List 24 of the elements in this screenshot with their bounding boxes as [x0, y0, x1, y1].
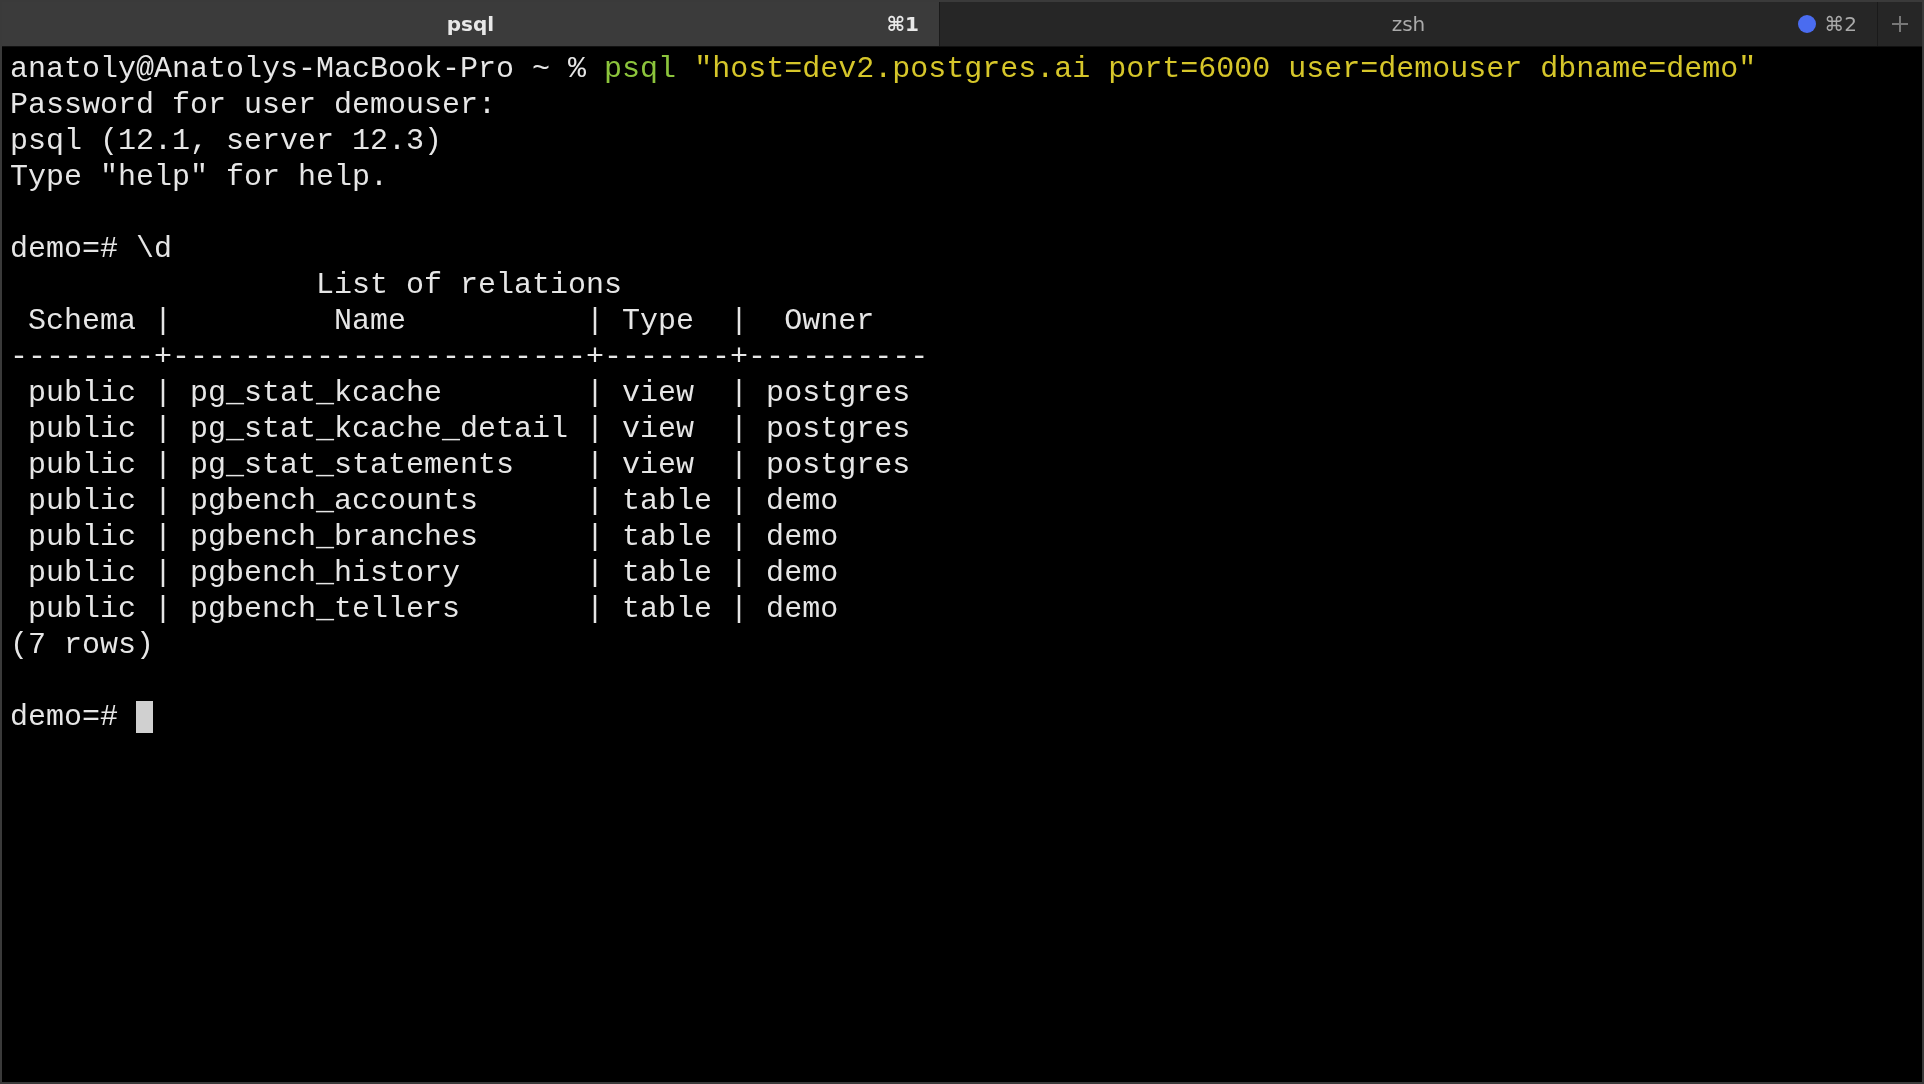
terminal-text: Password for user demouser:: [10, 87, 497, 123]
terminal-text: Type "help" for help.: [10, 159, 389, 195]
terminal-text: Schema | Name | Type | Owner: [27, 303, 875, 339]
terminal-text: anatoly@Anatolys-MacBook-Pro ~ %: [10, 51, 588, 87]
terminal-text: public | pg_stat_statements | view | postgres: [27, 447, 911, 483]
terminal-text: public | pg_stat_kcache_detail | view | postgres: [27, 411, 911, 447]
terminal-text: public | pg_stat_kcache | view | postgres: [27, 375, 911, 411]
terminal-text: public | pgbench_branches | table | demo: [27, 519, 839, 555]
terminal-text: public | pgbench_history | table | demo: [27, 555, 839, 591]
terminal-text: (7 rows): [10, 627, 155, 663]
terminal-text: demo=# \d: [10, 231, 173, 267]
terminal-text: public | pgbench_tellers | table | demo: [27, 591, 839, 627]
terminal-tab[interactable]: zsh ⌘2: [940, 2, 1878, 46]
new-tab-icon[interactable]: [1890, 14, 1910, 34]
terminal-text: demo=#: [10, 699, 120, 735]
terminal-text: List of relations: [315, 267, 623, 303]
terminal-text: --------+-----------------------+-------+----------: [10, 339, 929, 375]
terminal-tab[interactable]: psql ⌘1: [2, 2, 940, 46]
command-text: psql: [604, 51, 677, 87]
tab-shortcut: ⌘2: [1824, 12, 1857, 36]
tab-shortcut: ⌘1: [886, 12, 919, 36]
terminal-text: public | pgbench_accounts | table | demo: [27, 483, 839, 519]
argument-text: "host=dev2.postgres.ai port=6000 user=demouser dbname=demo": [693, 51, 1757, 87]
terminal-text: psql (12.1, server 12.3): [10, 123, 443, 159]
